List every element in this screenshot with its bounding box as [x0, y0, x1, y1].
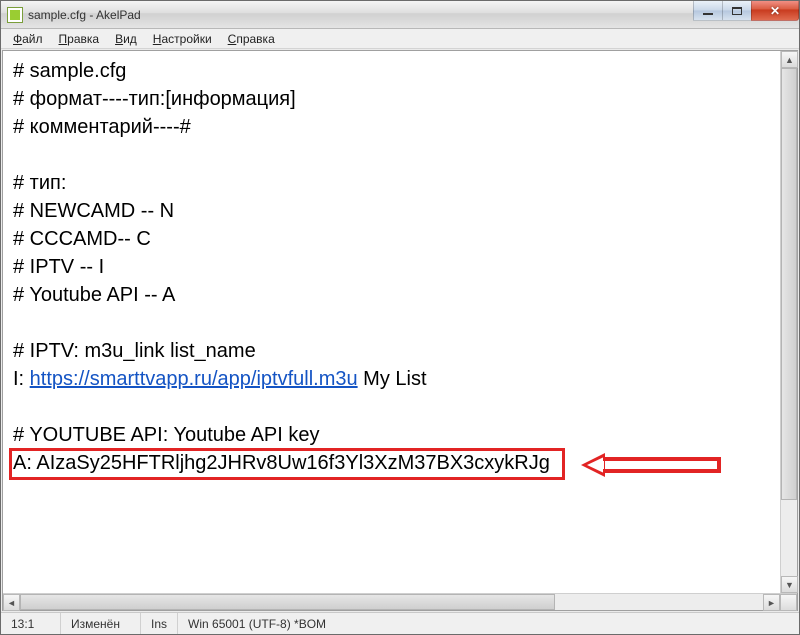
line: # sample.cfg — [13, 60, 126, 82]
window-controls: ✕ — [694, 1, 799, 21]
close-icon: ✕ — [770, 4, 780, 18]
arrow-annotation — [581, 452, 731, 478]
menubar: Файл Правка Вид Настройки Справка — [1, 29, 799, 49]
line: # тип: — [13, 172, 66, 194]
maximize-button[interactable] — [722, 1, 752, 21]
line-suffix: My List — [358, 368, 427, 390]
menu-settings[interactable]: Настройки — [145, 30, 220, 48]
vertical-scrollbar[interactable]: ▲ ▼ — [780, 51, 797, 593]
statusbar: 13:1 Изменён Ins Win 65001 (UTF-8) *BOM — [1, 612, 799, 634]
horizontal-scrollbar[interactable]: ◄ ► — [3, 593, 797, 610]
line-prefix: I: — [13, 368, 30, 390]
status-cursor: 13:1 — [1, 613, 61, 634]
menu-file[interactable]: Файл — [5, 30, 51, 48]
line: # CCCAMD-- C — [13, 228, 151, 250]
line: # комментарий----# — [13, 116, 191, 138]
menu-help[interactable]: Справка — [220, 30, 283, 48]
scroll-left-button[interactable]: ◄ — [3, 594, 20, 611]
window-title: sample.cfg - AkelPad — [28, 8, 141, 22]
menu-view[interactable]: Вид — [107, 30, 145, 48]
status-insert: Ins — [141, 613, 178, 634]
scroll-down-button[interactable]: ▼ — [781, 576, 798, 593]
app-icon — [7, 7, 23, 23]
line: # IPTV: m3u_link list_name — [13, 340, 256, 362]
line: # NEWCAMD -- N — [13, 200, 174, 222]
close-button[interactable]: ✕ — [751, 1, 799, 21]
line: # формат----тип:[информация] — [13, 88, 296, 110]
editor-container: # sample.cfg # формат----тип:[информация… — [2, 50, 798, 611]
status-encoding: Win 65001 (UTF-8) *BOM — [178, 613, 336, 634]
line: # IPTV -- I — [13, 256, 104, 278]
app-window: sample.cfg - AkelPad ✕ Файл Правка Вид Н… — [0, 0, 800, 635]
scroll-right-button[interactable]: ► — [763, 594, 780, 611]
titlebar[interactable]: sample.cfg - AkelPad ✕ — [1, 1, 799, 29]
text-editor[interactable]: # sample.cfg # формат----тип:[информация… — [3, 51, 797, 593]
menu-edit[interactable]: Правка — [51, 30, 108, 48]
scroll-thumb[interactable] — [20, 594, 555, 610]
scroll-corner — [780, 594, 797, 611]
iptv-link[interactable]: https://smarttvapp.ru/app/iptvfull.m3u — [30, 368, 358, 390]
scroll-up-button[interactable]: ▲ — [781, 51, 798, 68]
scroll-track[interactable] — [781, 68, 797, 576]
scroll-thumb[interactable] — [781, 68, 797, 500]
minimize-button[interactable] — [693, 1, 723, 21]
line: # Youtube API -- A — [13, 284, 175, 306]
scroll-track[interactable] — [20, 594, 763, 610]
status-modified: Изменён — [61, 613, 141, 634]
line: A: AIzaSy25HFTRljhg2JHRv8Uw16f3Yl3XzM37B… — [13, 452, 550, 474]
line: # YOUTUBE API: Youtube API key — [13, 424, 319, 446]
